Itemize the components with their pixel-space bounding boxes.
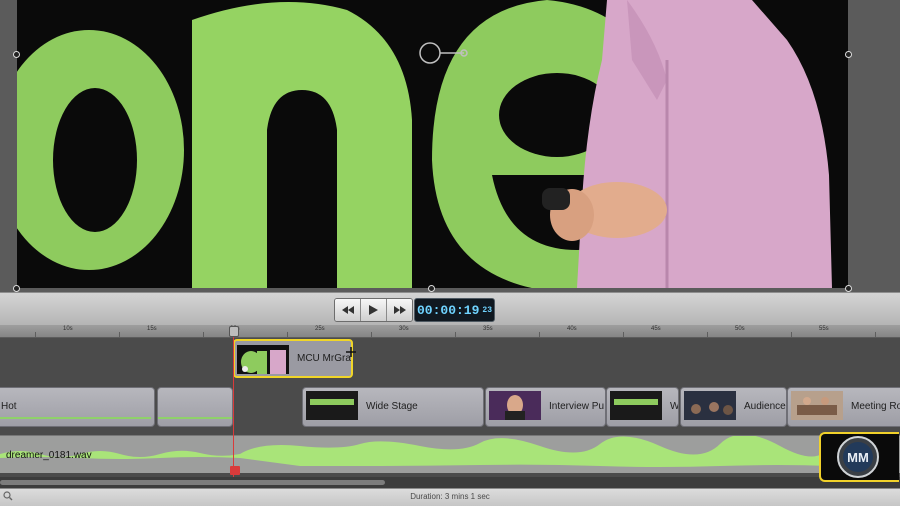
timecode-main: 00:00:19 <box>416 302 480 318</box>
scrollbar-thumb[interactable] <box>0 480 385 485</box>
video-frame[interactable] <box>17 0 848 288</box>
storyline-clip[interactable]: Interview Pu <box>485 387 606 427</box>
playhead-marker[interactable] <box>230 466 240 475</box>
playhead-handle[interactable] <box>229 326 239 337</box>
clip-label: Interview Pu <box>549 401 605 412</box>
timeline-scrollbar[interactable] <box>0 477 900 488</box>
transport-bar: 00:00:19 23 <box>0 292 900 326</box>
clip-thumbnail <box>610 391 662 420</box>
time-ruler[interactable]: 10s 15s 20s 25s 30s 35s 40s 45s 50s 55s <box>0 325 900 338</box>
clip-label: Meeting Ro <box>851 401 900 412</box>
storyline-clip[interactable]: Hot <box>0 387 155 427</box>
status-bar: Duration: 3 mins 1 sec <box>0 488 900 506</box>
mm-logo-badge: MM <box>837 436 879 478</box>
clip-label: W <box>670 401 679 412</box>
crop-handle-left[interactable] <box>13 51 20 58</box>
crop-handle-right[interactable] <box>845 51 852 58</box>
clip-thumbnail <box>489 391 541 420</box>
clip-thumbnail <box>684 391 736 420</box>
ruler-label: 40s <box>567 326 577 332</box>
play-icon[interactable] <box>361 299 387 321</box>
clip-label: Wide Stage <box>366 401 418 412</box>
crop-handle-bottom[interactable] <box>428 285 435 292</box>
clip-label: Audience <box>744 401 786 412</box>
duration-text: Duration: 3 mins 1 sec <box>410 492 490 501</box>
transport-controls <box>334 298 413 322</box>
storyline-clip[interactable] <box>157 387 233 427</box>
timecode-frames: 23 <box>482 305 493 315</box>
music-track-label: dreamer_0181.wav <box>6 450 92 461</box>
clip-waveform <box>0 417 152 419</box>
ruler-label: 50s <box>735 326 745 332</box>
crop-handle-bottom-right[interactable] <box>845 285 852 292</box>
ruler-label: 45s <box>651 326 661 332</box>
presenter-video-image <box>17 0 848 288</box>
ruler-label: 10s <box>63 326 73 332</box>
connected-clip-label: MCU MrGra <box>297 353 351 364</box>
rewind-icon[interactable] <box>335 299 361 321</box>
ruler-label: 55s <box>819 326 829 332</box>
clip-thumbnail <box>237 345 289 374</box>
playhead-line[interactable] <box>233 337 234 477</box>
ruler-label: 15s <box>147 326 157 332</box>
connected-clip-selected[interactable]: MCU MrGra <box>233 339 353 378</box>
storyline-clip[interactable]: Meeting Ro <box>787 387 900 427</box>
logo-text: MM <box>847 450 869 465</box>
fast-forward-icon[interactable] <box>387 299 412 321</box>
timeline[interactable]: 10s 15s 20s 25s 30s 35s 40s 45s 50s 55s … <box>0 325 900 488</box>
clip-thumbnail <box>791 391 843 420</box>
clip-label: Hot <box>1 401 17 412</box>
music-track[interactable]: dreamer_0181.wav <box>0 435 900 473</box>
mm-logo: MM <box>819 432 899 482</box>
timecode-display[interactable]: 00:00:19 23 <box>414 298 495 322</box>
storyline-clip[interactable]: Wide Stage <box>302 387 484 427</box>
crop-handle-bottom-left[interactable] <box>13 285 20 292</box>
ruler-label: 30s <box>399 326 409 332</box>
clip-thumbnail <box>306 391 358 420</box>
primary-storyline: Hot Wide Stage Interview Pu W Audience M… <box>0 387 900 427</box>
storyline-clip[interactable]: W <box>606 387 679 427</box>
clip-waveform <box>158 417 232 419</box>
music-waveform <box>0 436 830 467</box>
ruler-label: 35s <box>483 326 493 332</box>
viewer <box>0 0 900 292</box>
trim-cursor-icon <box>346 347 356 357</box>
storyline-clip[interactable]: Audience <box>680 387 787 427</box>
ruler-label: 25s <box>315 326 325 332</box>
